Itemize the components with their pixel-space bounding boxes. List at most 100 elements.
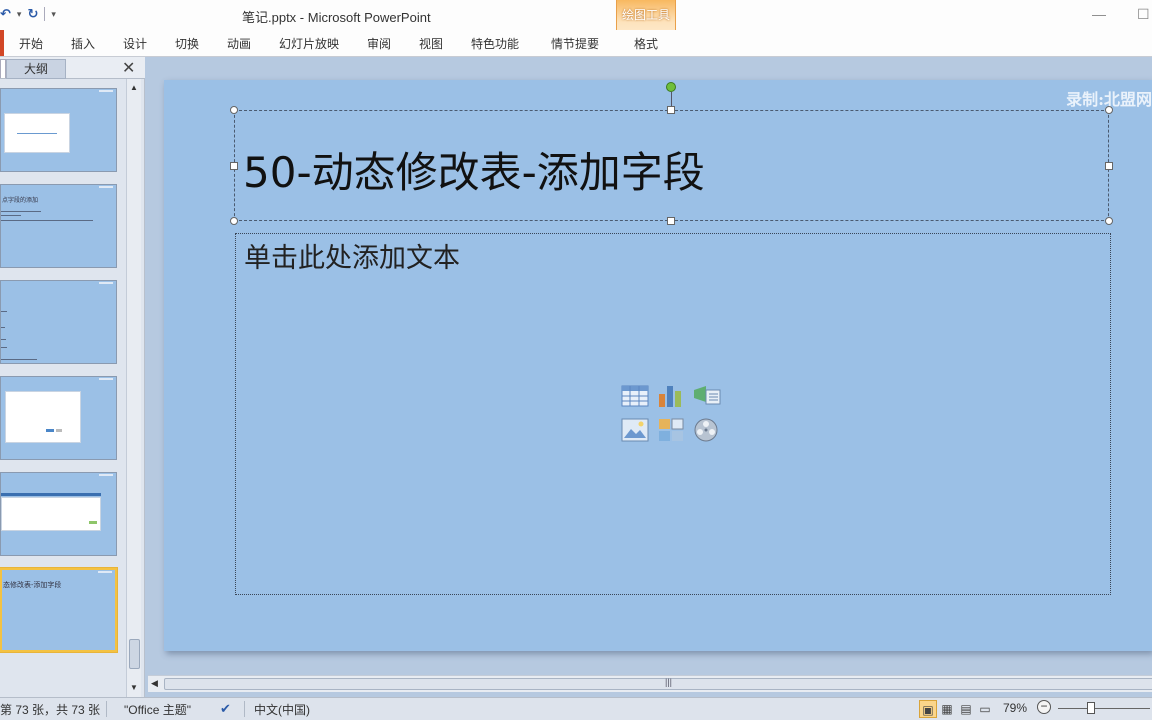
maximize-icon[interactable]: ☐ [1137,6,1150,23]
insert-media-icon[interactable] [692,416,722,444]
tab-review[interactable]: 审阅 [367,35,391,52]
ribbon-tab-bar: 开始 插入 设计 切换 动画 幻灯片放映 审阅 视图 特色功能 情节提要 格式 [0,30,1152,57]
slide-title[interactable]: 50-动态修改表-添加字段 [243,139,705,200]
rotation-handle[interactable] [666,82,676,92]
tab-insert[interactable]: 插入 [71,35,95,52]
thumbnail-title: 态修改表-添加字段 [3,581,62,589]
thumbnail-watermark [99,90,113,92]
thumbnail-watermark [98,571,112,573]
slide-thumbnail[interactable] [0,88,117,172]
qat-separator [44,7,46,21]
slide-thumbnail-selected[interactable]: 态修改表-添加字段 [0,568,117,652]
resize-handle[interactable] [1105,162,1113,170]
thumbnail-line [1,359,37,360]
slide-thumbnail[interactable] [0,472,117,556]
thumbnail-line [17,133,57,134]
grip-lines-icon: ||| [665,677,673,687]
thumbnail-line [1,215,21,216]
slides-panel: 大纲 ✕ 点字段的添加 态修改表-添加字段 ▲ ▼ [0,57,145,697]
undo-dropdown-icon[interactable]: ▾ [17,9,22,20]
insert-picture-icon[interactable] [620,416,650,444]
thumbnail-line [1,327,5,328]
reading-view-icon[interactable]: ▤ [957,700,975,718]
tab-outline[interactable]: 大纲 [6,59,66,79]
scroll-left-icon[interactable]: ◀ [151,678,158,689]
insert-clipart-icon[interactable] [656,416,686,444]
normal-view-icon[interactable]: ▣ [919,700,937,718]
title-placeholder[interactable]: 50-动态修改表-添加字段 [234,110,1109,221]
spell-check-icon[interactable]: ✔ [220,701,231,717]
resize-handle[interactable] [667,106,675,114]
tab-transitions[interactable]: 切换 [175,35,199,52]
language-indicator[interactable]: 中文(中国) [254,701,310,718]
file-tab[interactable] [0,30,4,56]
thumbnail-watermark [99,378,113,380]
theme-name: "Office 主题" [124,703,191,717]
tab-home[interactable]: 开始 [19,35,43,52]
undo-icon[interactable]: ↶ [0,6,11,22]
slide-count: 第 73 张，共 73 张 [0,703,101,717]
thumbnail-line [1,220,93,221]
tab-design[interactable]: 设计 [123,35,147,52]
thumbnail-line [1,311,7,312]
slide-thumbnail[interactable] [0,376,117,460]
insert-chart-icon[interactable] [656,382,686,410]
window-title: 笔记.pptx - Microsoft PowerPoint [242,10,431,25]
thumbnail-watermark [99,186,113,188]
tab-view[interactable]: 视图 [419,35,443,52]
minimize-icon[interactable]: — [1092,6,1106,22]
insert-table-icon[interactable] [620,382,650,410]
scroll-up-icon[interactable]: ▲ [130,83,138,92]
context-tab-group-label: 绘图工具 [621,8,670,22]
editor-horizontal-scrollbar[interactable]: ◀ ||| [148,675,1152,692]
resize-handle[interactable] [1105,106,1113,114]
zoom-level[interactable]: 79% [1003,701,1027,715]
slide-canvas[interactable]: 录制:北盟网 50-动态修改表-添加字段 单击此处添加文本 [164,80,1152,651]
tab-storyboarding[interactable]: 情节提要 [551,35,599,52]
thumbnail-scrollbar[interactable]: ▲ ▼ [126,79,141,697]
status-separator [244,701,245,717]
content-insert-icons [620,382,726,448]
content-placeholder-text[interactable]: 单击此处添加文本 [244,236,460,275]
tab-features[interactable]: 特色功能 [471,35,519,52]
zoom-slider-thumb[interactable] [1087,702,1095,714]
thumbnail-line [1,493,101,496]
zoom-out-icon[interactable]: − [1037,700,1051,714]
thumbnail-watermark [99,282,113,284]
zoom-slider-track[interactable] [1058,708,1150,709]
slideshow-view-icon[interactable]: ▭ [976,700,994,718]
slide-thumbnail[interactable] [0,280,117,364]
thumbnail-line [1,339,6,340]
insert-smartart-icon[interactable] [692,382,722,410]
resize-handle[interactable] [667,217,675,225]
close-panel-icon[interactable]: ✕ [122,58,135,78]
thumbnail-watermark [99,474,113,476]
status-bar: 第 73 张，共 73 张 "Office 主题" ✔ 中文(中国) ▣ ▦ ▤… [0,697,1152,720]
redo-icon[interactable]: ↻ [27,6,38,22]
tab-animations[interactable]: 动画 [227,35,251,52]
resize-handle[interactable] [230,106,238,114]
slide-sorter-view-icon[interactable]: ▦ [938,700,956,718]
tab-format[interactable]: 格式 [634,35,658,52]
slide-editor: 录制:北盟网 50-动态修改表-添加字段 单击此处添加文本 [145,57,1152,697]
resize-handle[interactable] [230,217,238,225]
content-placeholder[interactable]: 单击此处添加文本 [235,233,1111,595]
title-bar: ↶ ▾ ↻ ▾ 笔记.pptx - Microsoft PowerPoint —… [0,0,1152,30]
tab-slideshow[interactable]: 幻灯片放映 [279,35,339,52]
scroll-down-icon[interactable]: ▼ [130,683,138,692]
resize-handle[interactable] [230,162,238,170]
resize-handle[interactable] [1105,217,1113,225]
scroll-thumb[interactable] [129,639,140,669]
horizontal-scroll-thumb[interactable]: ||| [164,677,1152,690]
slide-thumbnails: 点字段的添加 态修改表-添加字段 [0,79,126,697]
thumbnail-card [1,497,101,531]
slide-thumbnail[interactable]: 点字段的添加 [0,184,117,268]
thumbnail-line [1,347,7,348]
thumbnail-line [46,429,54,432]
status-separator [106,701,107,717]
thumbnail-line [56,429,62,432]
thumbnail-title: 点字段的添加 [2,197,39,204]
customize-qat-icon[interactable]: ▾ [51,9,56,20]
quick-access-toolbar: ↶ ▾ ↻ ▾ [0,6,56,22]
thumbnail-card [5,391,81,443]
